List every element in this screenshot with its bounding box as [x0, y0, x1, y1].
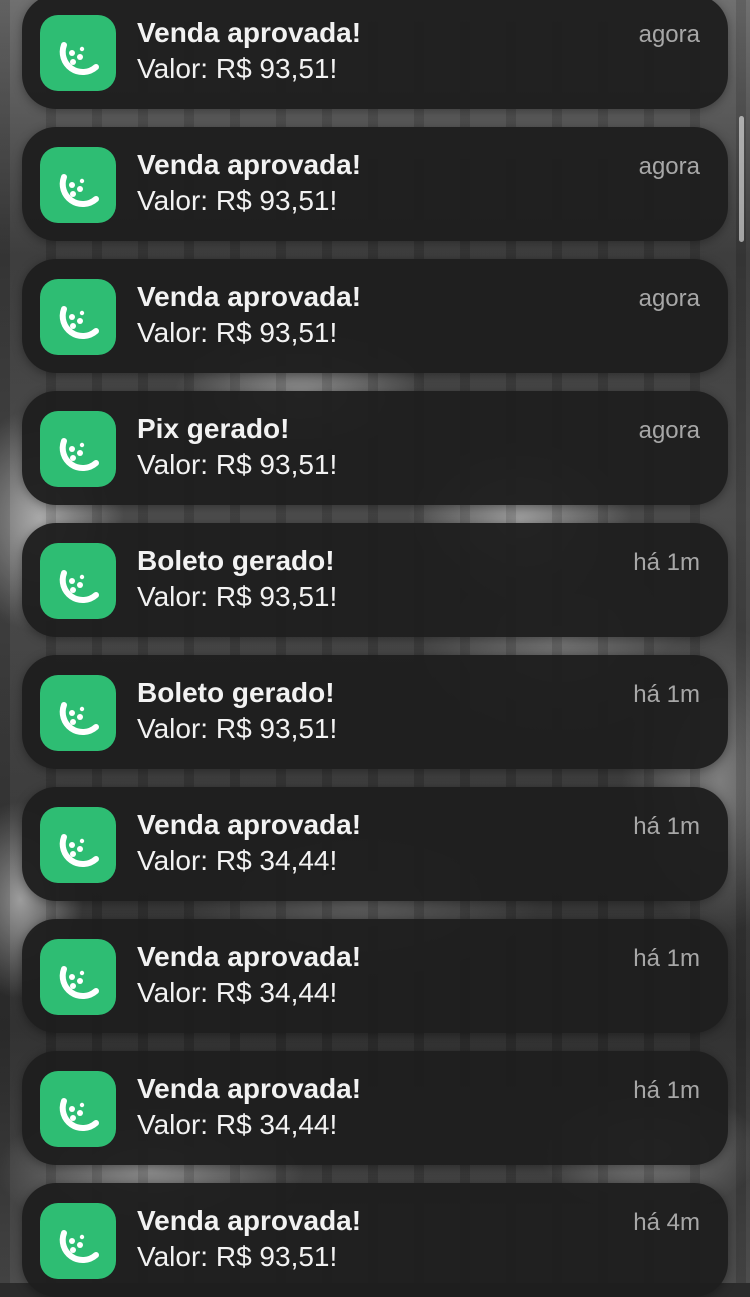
- notification-title: Venda aprovada!: [137, 17, 362, 48]
- notification-title: Venda aprovada!: [137, 809, 362, 840]
- notification-card[interactable]: Venda aprovada! Valor: R$ 34,44! há 1m: [22, 1051, 728, 1165]
- notification-title: Venda aprovada!: [137, 941, 362, 972]
- notification-body: Valor: R$ 93,51!: [137, 713, 338, 744]
- notification-body: Valor: R$ 93,51!: [137, 449, 338, 480]
- notification-card[interactable]: Venda aprovada! Valor: R$ 93,51! agora: [22, 0, 728, 109]
- notification-card[interactable]: Venda aprovada! Valor: R$ 93,51! agora: [22, 259, 728, 373]
- lime-slice-icon: [40, 807, 116, 883]
- notification-time: há 1m: [633, 945, 700, 972]
- notification-body: Valor: R$ 93,51!: [137, 53, 338, 84]
- notification-card[interactable]: Venda aprovada! Valor: R$ 34,44! há 1m: [22, 919, 728, 1033]
- notification-body: Valor: R$ 93,51!: [137, 185, 338, 216]
- notification-time: agora: [638, 153, 700, 180]
- lime-slice-icon: [40, 675, 116, 751]
- notification-time: agora: [638, 21, 700, 48]
- notification-card[interactable]: Boleto gerado! Valor: R$ 93,51! há 1m: [22, 655, 728, 769]
- notification-time: agora: [638, 285, 700, 312]
- lime-slice-icon: [40, 147, 116, 223]
- notification-title: Venda aprovada!: [137, 1073, 362, 1104]
- notification-time: há 4m: [633, 1209, 700, 1236]
- lime-slice-icon: [40, 543, 116, 619]
- notification-body: Valor: R$ 93,51!: [137, 1241, 338, 1272]
- notification-body: Valor: R$ 34,44!: [137, 1109, 338, 1140]
- lime-slice-icon: [40, 939, 116, 1015]
- notification-time: há 1m: [633, 813, 700, 840]
- lime-slice-icon: [40, 15, 116, 91]
- notification-card[interactable]: Venda aprovada! Valor: R$ 93,51! agora: [22, 127, 728, 241]
- notification-card[interactable]: Venda aprovada! Valor: R$ 93,51! há 4m: [22, 1183, 728, 1297]
- notification-time: há 1m: [633, 549, 700, 576]
- notification-card[interactable]: Pix gerado! Valor: R$ 93,51! agora: [22, 391, 728, 505]
- scroll-indicator[interactable]: [739, 116, 744, 242]
- lime-slice-icon: [40, 411, 116, 487]
- notification-time: agora: [638, 417, 700, 444]
- notification-body: Valor: R$ 34,44!: [137, 845, 338, 876]
- lime-slice-icon: [40, 1071, 116, 1147]
- notification-body: Valor: R$ 93,51!: [137, 317, 338, 348]
- notification-card[interactable]: Boleto gerado! Valor: R$ 93,51! há 1m: [22, 523, 728, 637]
- notification-time: há 1m: [633, 1077, 700, 1104]
- notification-card[interactable]: Venda aprovada! Valor: R$ 34,44! há 1m: [22, 787, 728, 901]
- notification-title: Venda aprovada!: [137, 281, 362, 312]
- lime-slice-icon: [40, 1203, 116, 1279]
- lime-slice-icon: [40, 279, 116, 355]
- notification-title: Pix gerado!: [137, 413, 290, 444]
- notification-body: Valor: R$ 34,44!: [137, 977, 338, 1008]
- notification-time: há 1m: [633, 681, 700, 708]
- notification-title: Venda aprovada!: [137, 1205, 362, 1236]
- notification-title: Boleto gerado!: [137, 677, 335, 708]
- notification-title: Venda aprovada!: [137, 149, 362, 180]
- notification-body: Valor: R$ 93,51!: [137, 581, 338, 612]
- notification-title: Boleto gerado!: [137, 545, 335, 576]
